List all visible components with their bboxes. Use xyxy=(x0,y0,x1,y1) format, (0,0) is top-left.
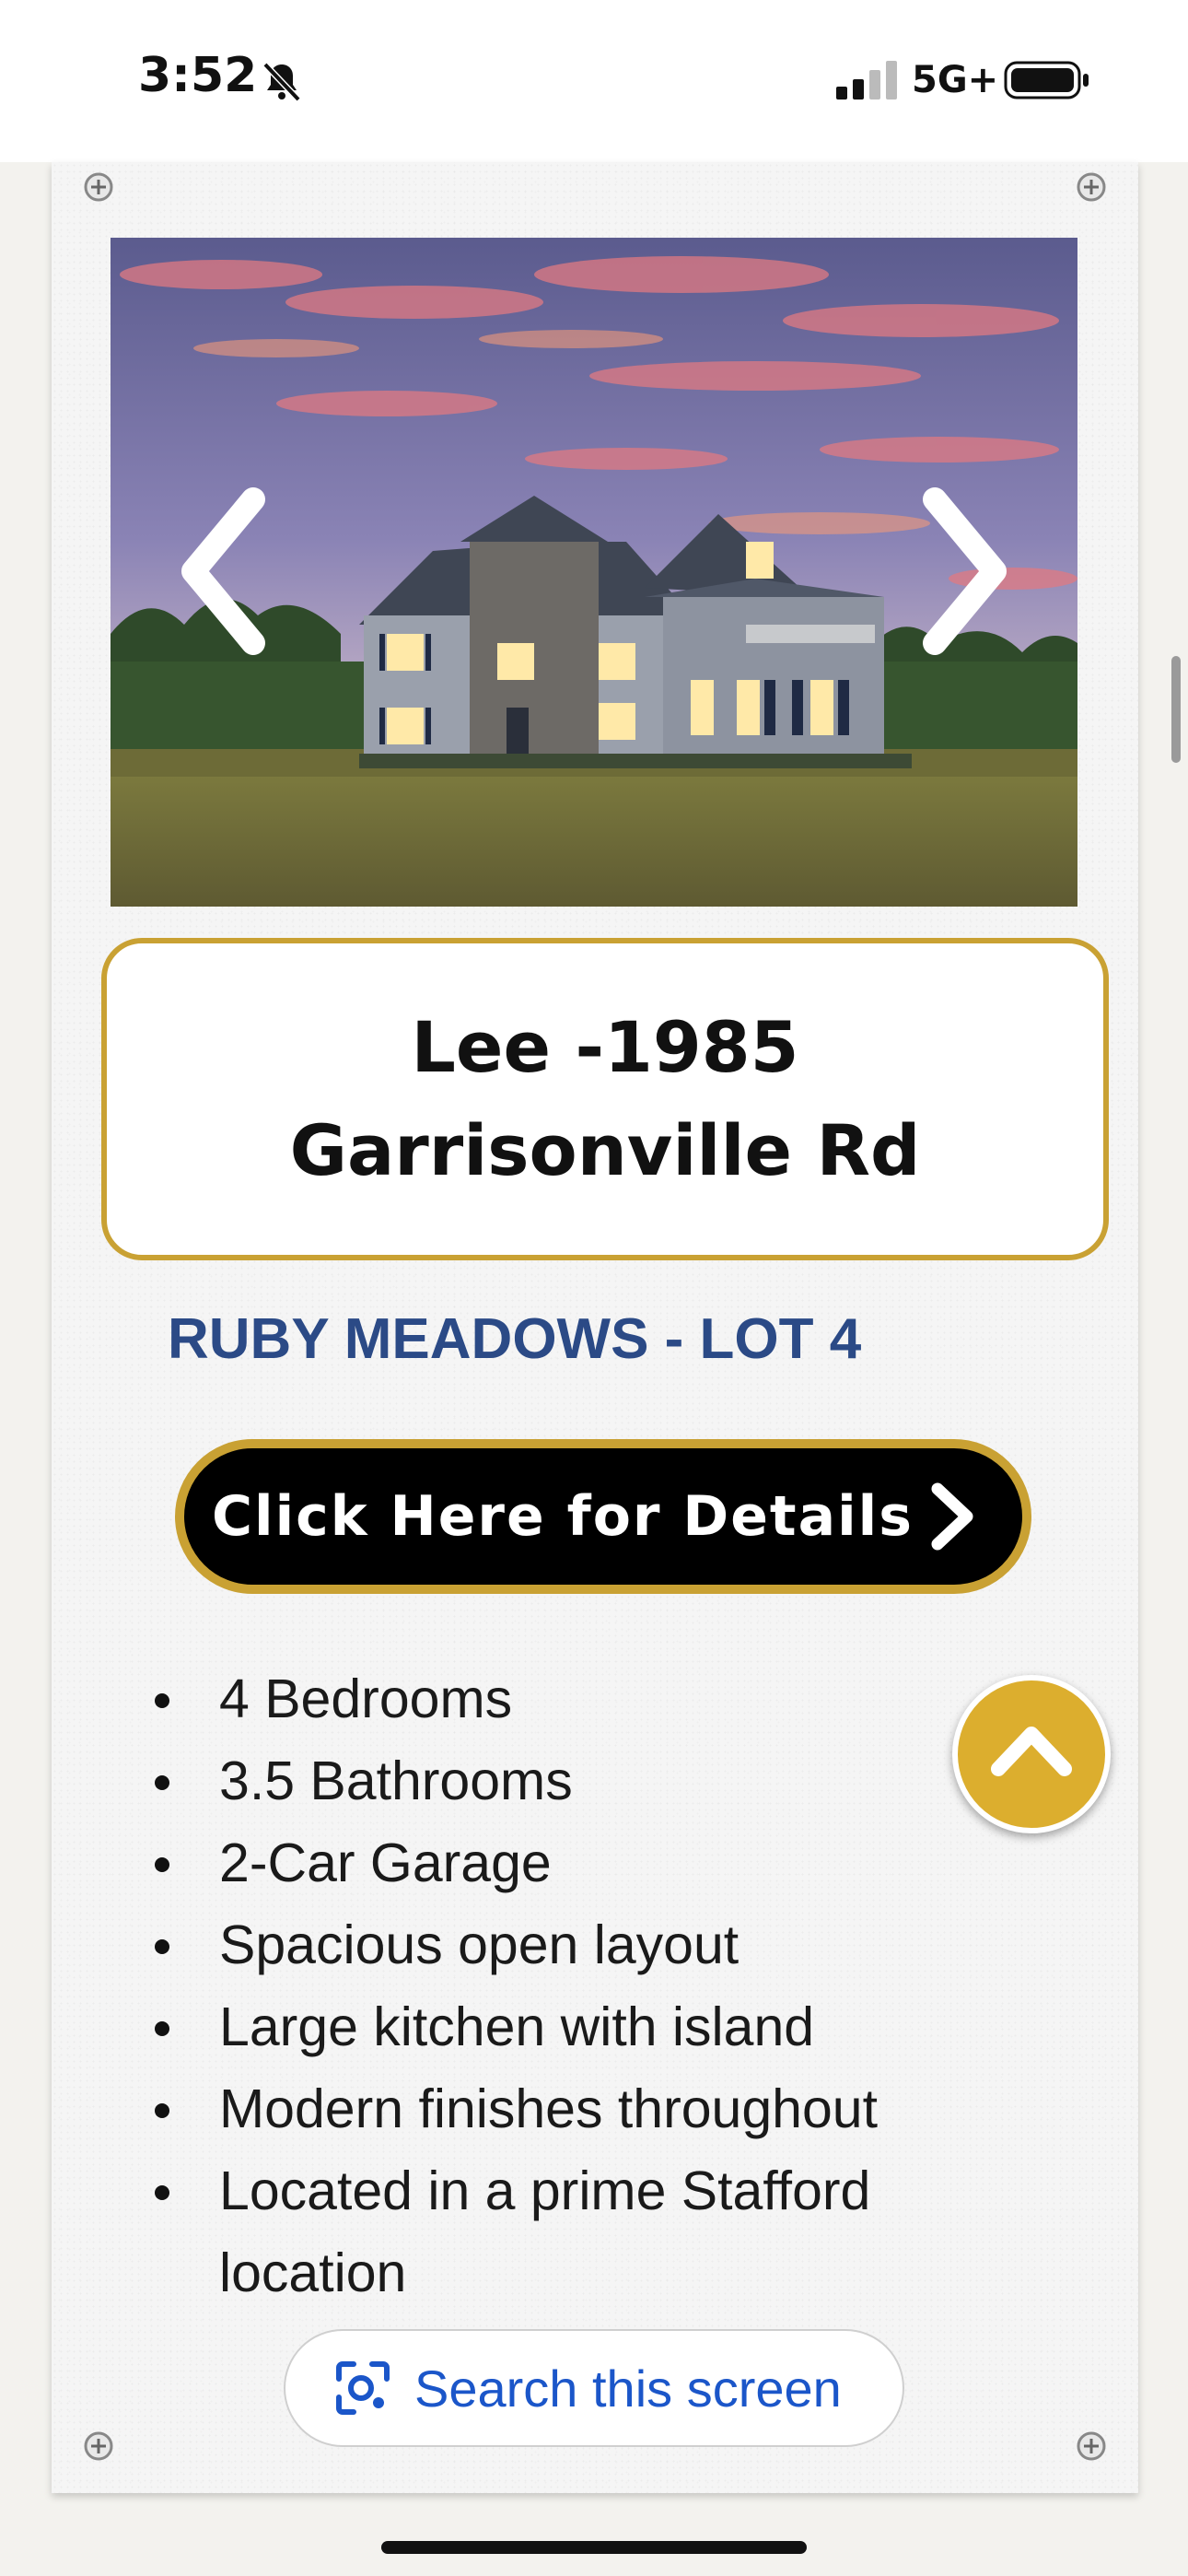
battery-icon xyxy=(1004,59,1090,101)
list-item: Large kitchen with island xyxy=(153,1986,982,2068)
lens-icon xyxy=(336,2361,390,2415)
details-button-label: Click Here for Details xyxy=(212,1484,914,1549)
list-item: Located in a prime Stafford location xyxy=(153,2150,982,2314)
details-button[interactable]: Click Here for Details xyxy=(175,1439,1031,1594)
screw-icon xyxy=(1076,2430,1107,2462)
search-this-screen-button[interactable]: Search this screen xyxy=(284,2329,904,2447)
screw-icon xyxy=(83,171,114,203)
list-item: Modern finishes throughout xyxy=(153,2068,982,2150)
cellular-signal-icon xyxy=(836,61,899,100)
status-time: 3:52 xyxy=(138,48,258,103)
screw-icon xyxy=(1076,171,1107,203)
chevron-right-icon xyxy=(931,1482,973,1551)
chevron-up-icon xyxy=(991,1727,1072,1776)
status-bar: 3:52 5G+ xyxy=(0,0,1188,162)
scrollbar[interactable] xyxy=(1171,656,1181,763)
screw-icon xyxy=(83,2430,114,2462)
bell-slash-icon xyxy=(260,59,304,103)
listing-title: Lee -1985 Garrisonville Rd xyxy=(289,1006,921,1191)
list-item: 4 Bedrooms xyxy=(153,1658,982,1740)
list-item: 2-Car Garage xyxy=(153,1822,982,1904)
chevron-left-icon xyxy=(181,487,265,655)
search-this-screen-label: Search this screen xyxy=(414,2359,842,2418)
home-indicator[interactable] xyxy=(381,2541,807,2554)
carousel-prev-button[interactable] xyxy=(166,479,285,663)
community-label: RUBY MEADOWS - LOT 4 xyxy=(168,1307,862,1371)
network-label: 5G+ xyxy=(912,59,999,101)
list-item: Spacious open layout xyxy=(153,1904,982,1986)
listing-photo[interactable] xyxy=(111,238,1077,907)
carousel-next-button[interactable] xyxy=(903,479,1022,663)
chevron-right-icon xyxy=(923,487,1007,655)
list-item: 3.5 Bathrooms xyxy=(153,1740,982,1822)
features-list: 4 Bedrooms 3.5 Bathrooms 2-Car Garage Sp… xyxy=(153,1658,982,2314)
listing-title-box: Lee -1985 Garrisonville Rd xyxy=(101,938,1109,1260)
scroll-to-top-button[interactable] xyxy=(952,1675,1111,1833)
